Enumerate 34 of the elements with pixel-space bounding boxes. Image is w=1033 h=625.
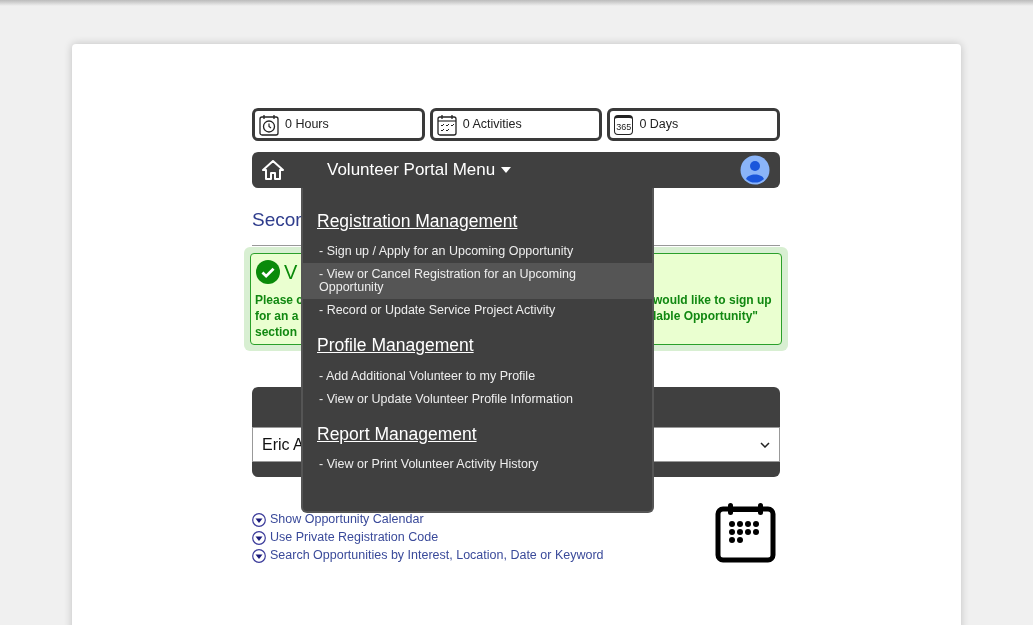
avatar-icon[interactable] xyxy=(740,155,770,185)
section-heading: Secor xyxy=(252,210,302,229)
notice-text: would like to sign up xyxy=(653,292,772,308)
notice-title: V xyxy=(284,262,298,282)
menu-heading[interactable]: Registration Management xyxy=(317,211,518,231)
expand-icon xyxy=(252,548,266,563)
notice-text: for an a xyxy=(255,309,299,323)
chevron-icon xyxy=(760,441,770,448)
menu-item[interactable]: - View or Update Volunteer Profile Information xyxy=(303,387,652,411)
menu-item[interactable]: - View or Print Volunteer Activity History xyxy=(303,452,652,476)
toggle-link[interactable]: Use Private Registration Code xyxy=(252,529,604,546)
checklist-calendar-icon xyxy=(436,113,457,136)
year-calendar-icon: 365 xyxy=(614,114,634,135)
menu-item[interactable]: - Add Additional Volunteer to my Profile xyxy=(303,364,652,388)
expand-icon xyxy=(252,530,266,545)
home-icon[interactable] xyxy=(262,160,284,180)
menu-item[interactable]: - Record or Update Service Project Activity xyxy=(303,299,652,323)
check-circle-icon xyxy=(256,260,280,284)
caret-icon xyxy=(501,167,512,173)
menu-item[interactable]: - View or Cancel Registration for an Upcoming Opportunity xyxy=(303,263,652,300)
notice-text: section xyxy=(255,325,297,339)
notice-text: lable Opportunity" xyxy=(653,308,759,324)
menu-heading[interactable]: Profile Management xyxy=(317,335,474,356)
toggle-link[interactable]: Show Opportunity Calendar xyxy=(252,511,604,528)
stat-label: 0 Activities xyxy=(462,116,522,134)
expand-icon xyxy=(252,512,266,527)
toggle-link[interactable]: Search Opportunities by Interest, Location, Date or Keyword xyxy=(252,547,604,564)
menu-toggle[interactable]: Volunteer Portal Menu xyxy=(327,157,512,183)
stat-label: 0 Days xyxy=(639,116,679,134)
menu-heading[interactable]: Report Management xyxy=(317,423,477,444)
clock-icon xyxy=(259,113,279,136)
calendar-icon[interactable] xyxy=(715,502,776,563)
menu-item[interactable]: - Sign up / Apply for an Upcoming Opportunity xyxy=(303,240,652,264)
stat-label: 0 Hours xyxy=(285,116,329,134)
